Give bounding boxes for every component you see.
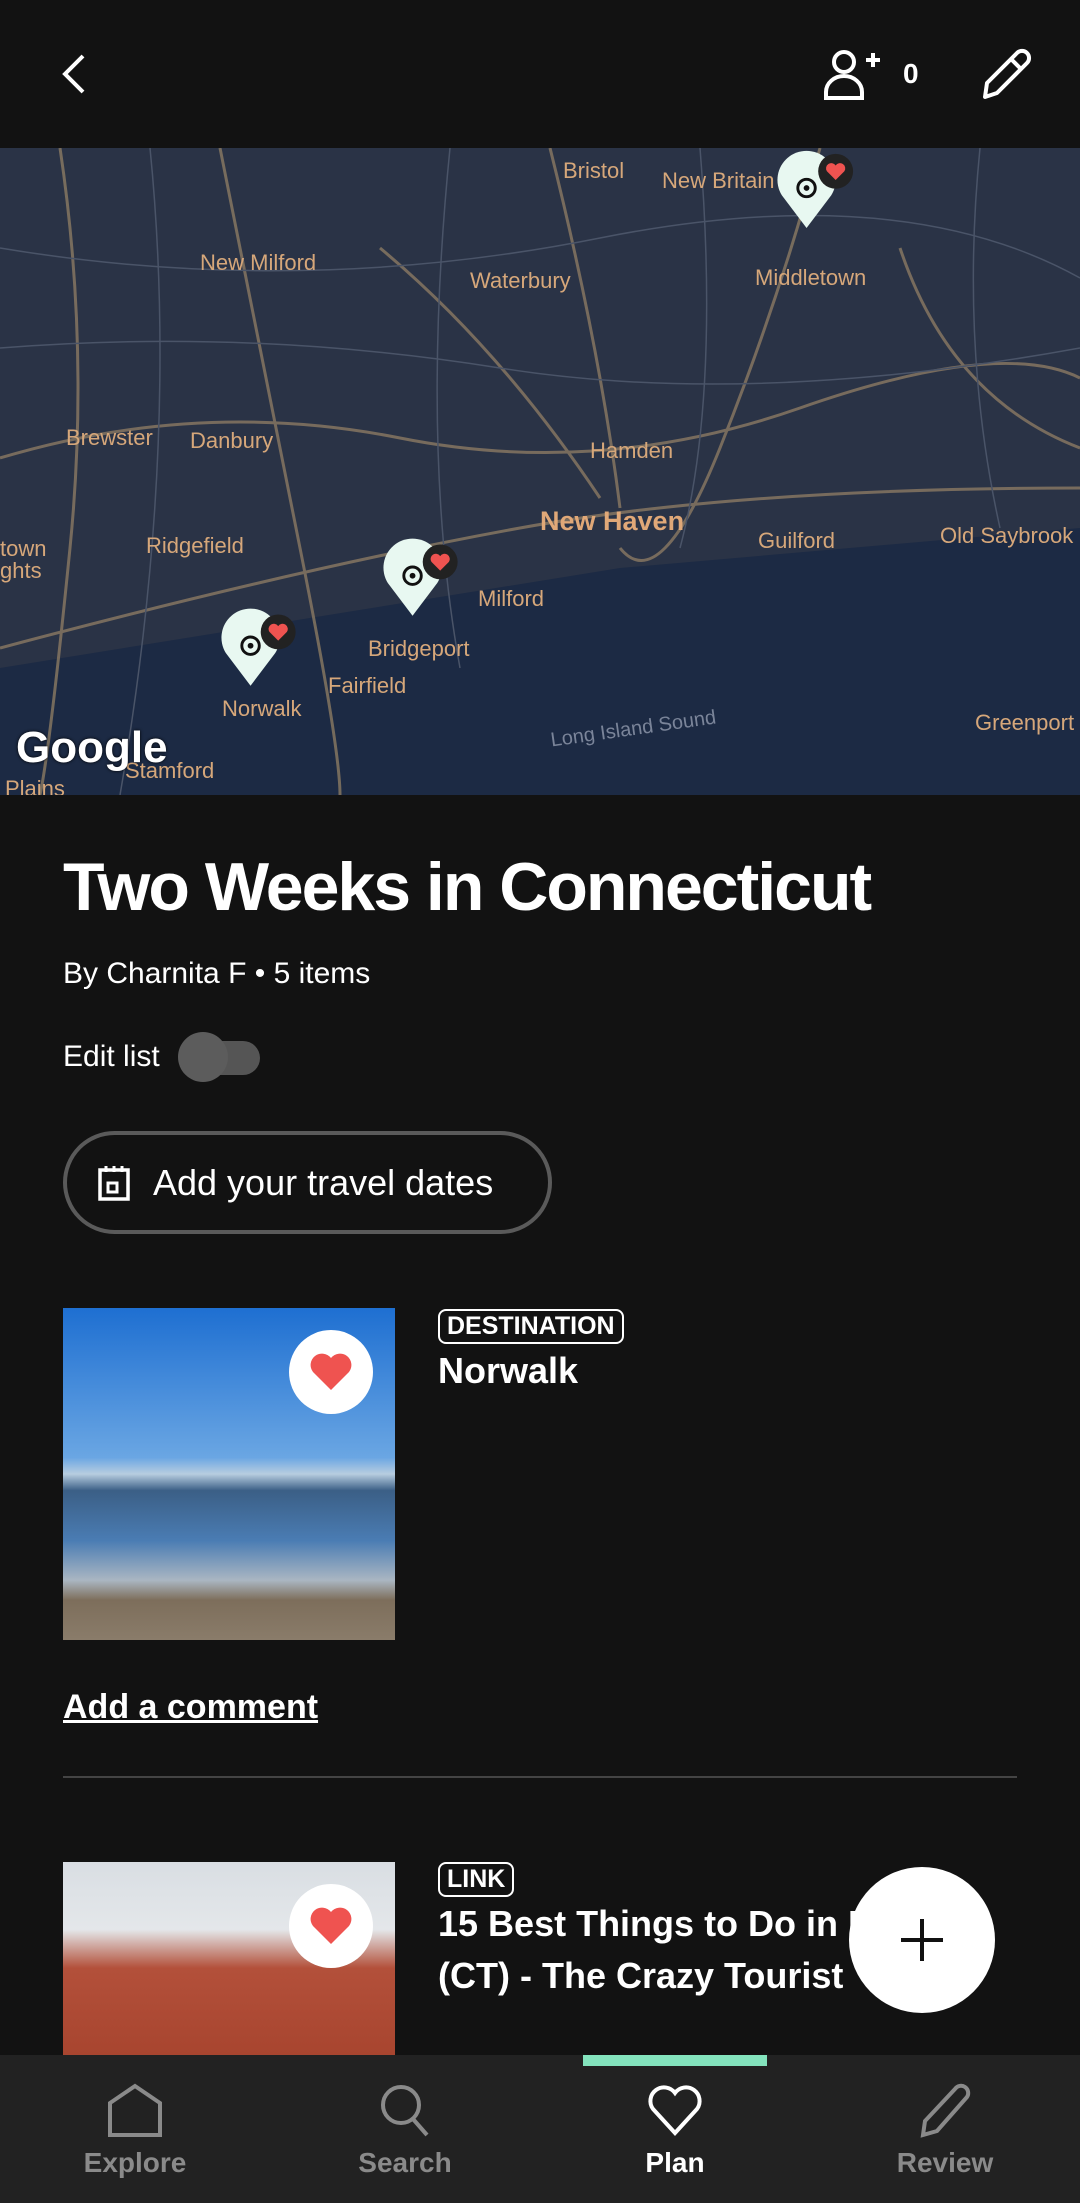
map-label: Ridgefield [146,533,244,558]
divider [63,1776,1017,1778]
map-label: Hamden [590,438,674,463]
item-type-tag: LINK [438,1862,515,1897]
map-label: ghts [0,558,42,583]
item-title[interactable]: Norwalk [438,1345,1058,1397]
home-icon [108,2083,162,2137]
map-roads [0,148,1080,795]
map-pin-middletown[interactable] [776,148,856,238]
heart-filled-icon [310,1907,352,1944]
edit-list-toggle[interactable] [178,1032,262,1082]
nav-plan[interactable]: Plan [540,2055,810,2203]
bottom-nav: Explore Search Plan Review [0,2055,1080,2203]
map-label: New Haven [540,506,685,536]
map[interactable]: Bristol New Britain New Milford Waterbur… [0,148,1080,795]
nav-review[interactable]: Review [810,2055,1080,2203]
plus-icon [901,1919,943,1961]
map-pin-norwalk[interactable] [220,603,300,703]
edit-pencil-icon[interactable] [975,45,1035,105]
map-label: Middletown [755,265,867,290]
map-label: Greenport [975,710,1075,735]
top-bar: 0 [0,0,1080,148]
add-collaborator-icon[interactable] [822,48,882,102]
back-icon[interactable] [55,50,95,98]
map-label: Bridgeport [368,636,470,661]
map-label: Bristol [563,158,625,183]
search-icon [381,2085,429,2137]
nav-search[interactable]: Search [270,2055,540,2203]
active-tab-indicator [583,2055,767,2066]
item-image-link[interactable] [63,1862,395,2055]
map-label: Guilford [758,528,836,553]
item-image-norwalk[interactable] [63,1308,395,1640]
map-label: Fairfield [328,673,407,698]
list-title: Two Weeks in Connecticut [63,849,872,925]
edit-list-label: Edit list [63,1040,160,1073]
map-label: Plains [5,776,65,795]
map-label: Milford [478,586,545,611]
map-label: New Britain [662,168,775,193]
add-travel-dates-button[interactable]: Add your travel dates [63,1131,552,1234]
heart-filled-icon [310,1353,352,1390]
list-byline: By Charnita F • 5 items [63,957,371,990]
item-type-tag: DESTINATION [438,1309,624,1344]
map-label: Danbury [190,428,274,453]
nav-explore[interactable]: Explore [0,2055,270,2203]
map-label: New Milford [200,250,317,275]
map-label: Brewster [66,425,153,450]
add-travel-dates-label: Add your travel dates [153,1161,494,1203]
heart-icon [648,2085,702,2136]
calendar-icon [98,1165,130,1201]
collaborator-count: 0 [903,58,919,89]
map-label: Waterbury [470,268,571,293]
map-pin-bridgeport[interactable] [382,533,462,633]
save-heart-button[interactable] [289,1884,373,1968]
pencil-icon [920,2083,971,2138]
add-item-button[interactable] [849,1867,995,2013]
map-label: Old Saybrook [940,523,1074,548]
add-comment-link[interactable]: Add a comment [63,1688,318,1727]
save-heart-button[interactable] [289,1330,373,1414]
google-logo: Google [16,723,168,772]
